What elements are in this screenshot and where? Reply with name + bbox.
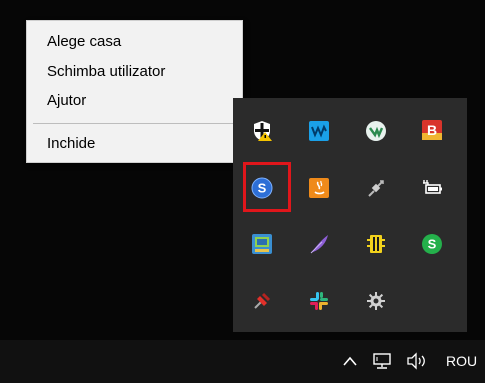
blue-monitor-app-icon[interactable] [248,230,276,258]
gear-cog-icon[interactable] [362,287,390,315]
volume-speaker-icon[interactable] [404,350,430,372]
orange-java-icon[interactable] [305,174,333,202]
svg-text:B: B [427,122,437,138]
slack-icon[interactable] [305,287,333,315]
green-s-icon[interactable]: S [418,230,446,258]
purple-feather-icon[interactable] [305,230,333,258]
network-icon[interactable] [370,350,394,372]
menu-item-alege-casa[interactable]: Alege casa [27,28,242,56]
windows-security-warning-icon[interactable] [248,117,276,145]
menu-item-inchide[interactable]: Inchide [27,130,242,158]
waves-icon[interactable] [305,117,333,145]
tray-context-menu: Alege casa Schimba utilizator Ajutor Inc… [26,20,243,163]
power-battery-icon[interactable] [418,174,446,202]
highlight-box-s-icon [243,162,291,212]
input-language-indicator[interactable]: ROU [446,351,477,371]
show-hidden-icons-chevron-up-icon[interactable] [340,350,360,372]
veeam-icon[interactable] [362,117,390,145]
menu-item-ajutor[interactable]: Ajutor [27,87,242,115]
yellow-chip-icon[interactable] [362,230,390,258]
b-red-app-icon[interactable]: B [418,116,446,144]
menu-separator [33,123,236,124]
red-pin-icon[interactable] [248,287,276,315]
network-plug-icon[interactable] [362,174,390,202]
svg-text:S: S [428,237,437,252]
menu-item-schimba-utilizator[interactable]: Schimba utilizator [27,58,242,86]
